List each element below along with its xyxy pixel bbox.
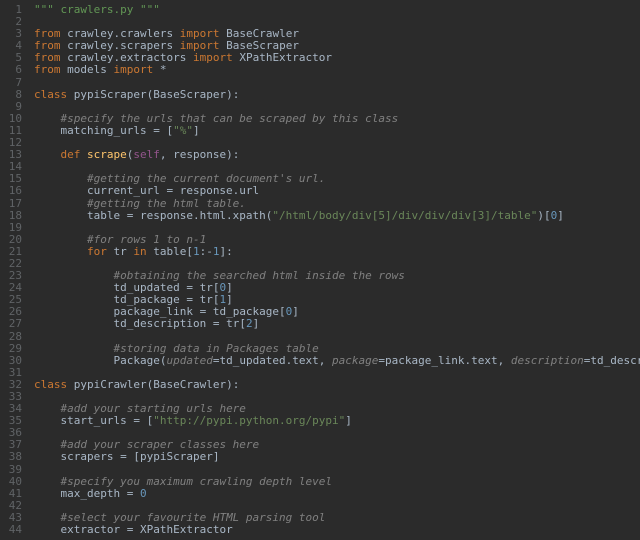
code-line[interactable]: Package(updated=td_updated.text, package…	[34, 355, 640, 367]
code-line[interactable]: extractor = XPathExtractor	[34, 524, 640, 536]
line-number: 18	[4, 210, 22, 222]
line-number: 30	[4, 355, 22, 367]
line-number: 44	[4, 524, 22, 536]
code-line[interactable]: for tr in table[1:-1]:	[34, 246, 640, 258]
line-number: 40	[4, 476, 22, 488]
code-line[interactable]: matching_urls = ["%"]	[34, 125, 640, 137]
line-number: 27	[4, 318, 22, 330]
code-line[interactable]: class pypiCrawler(BaseCrawler):	[34, 379, 640, 391]
line-number: 8	[4, 89, 22, 101]
line-number: 38	[4, 451, 22, 463]
line-number: 19	[4, 222, 22, 234]
line-number: 28	[4, 331, 22, 343]
code-line[interactable]: def scrape(self, response):	[34, 149, 640, 161]
code-line[interactable]: td_description = tr[2]	[34, 318, 640, 330]
code-line[interactable]: start_urls = ["http://pypi.python.org/py…	[34, 415, 640, 427]
code-line[interactable]: max_depth = 0	[34, 488, 640, 500]
line-number: 29	[4, 343, 22, 355]
line-number-gutter: 1234567891011121314151617181920212223242…	[0, 0, 28, 540]
line-number: 39	[4, 464, 22, 476]
code-area[interactable]: """ crawlers.py """ from crawley.crawler…	[28, 0, 640, 540]
code-line[interactable]: scrapers = [pypiScraper]	[34, 451, 640, 463]
line-number: 7	[4, 77, 22, 89]
line-number: 6	[4, 64, 22, 76]
code-editor[interactable]: 1234567891011121314151617181920212223242…	[0, 0, 640, 540]
line-number: 17	[4, 198, 22, 210]
code-line[interactable]: """ crawlers.py """	[34, 4, 640, 16]
code-line[interactable]: class pypiScraper(BaseScraper):	[34, 89, 640, 101]
code-line[interactable]: from models import *	[34, 64, 640, 76]
code-line[interactable]: table = response.html.xpath("/html/body/…	[34, 210, 640, 222]
line-number: 16	[4, 185, 22, 197]
